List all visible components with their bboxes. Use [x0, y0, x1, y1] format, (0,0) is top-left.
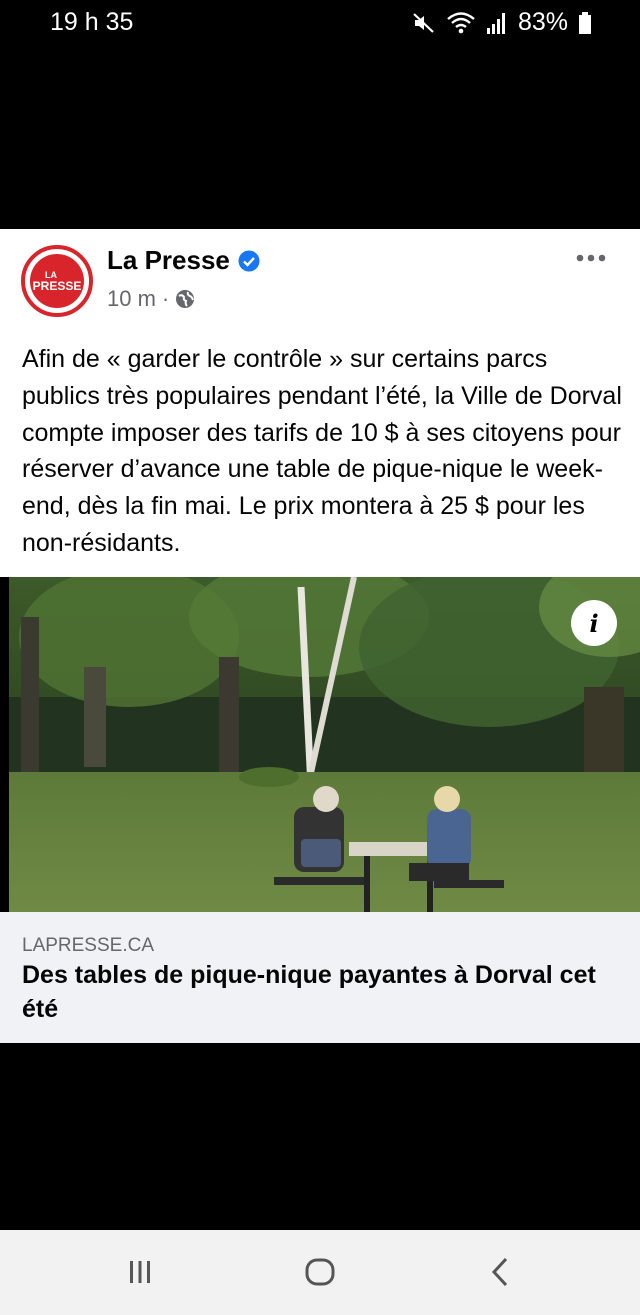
park-photo: [9, 577, 640, 912]
post-time[interactable]: 10 m: [107, 286, 156, 312]
home-icon[interactable]: [300, 1250, 340, 1294]
recent-apps-icon[interactable]: [120, 1250, 160, 1294]
meta-separator: ·: [161, 286, 170, 311]
globe-icon: [176, 290, 195, 308]
wifi-icon: [447, 11, 475, 33]
link-domain: LAPRESSE.CA: [22, 935, 154, 956]
battery-icon: [579, 11, 591, 34]
status-icons: 83%: [412, 8, 592, 37]
battery-percent: 83%: [517, 8, 568, 36]
page-name-label: La Presse: [107, 245, 230, 275]
post-text: Afin de « garder le contrôle » sur certa…: [22, 345, 622, 557]
signal-icon: [486, 12, 505, 34]
status-bar: 19 h 35 83%: [0, 0, 640, 48]
more-options-icon[interactable]: [573, 246, 609, 270]
info-icon[interactable]: i: [571, 600, 617, 646]
la-presse-logo: LA PRESSE: [30, 254, 84, 308]
page-name[interactable]: La Presse: [107, 245, 260, 276]
page-avatar[interactable]: LA PRESSE: [21, 245, 93, 317]
back-icon[interactable]: [482, 1250, 518, 1294]
link-title[interactable]: Des tables de pique-nique payantes à Dor…: [22, 958, 622, 1026]
post-image[interactable]: [9, 577, 640, 912]
verified-badge-icon: [238, 250, 260, 271]
post-meta: 10 m ·: [107, 286, 195, 312]
mute-icon: [413, 12, 434, 33]
status-time: 19 h 35: [50, 8, 134, 36]
